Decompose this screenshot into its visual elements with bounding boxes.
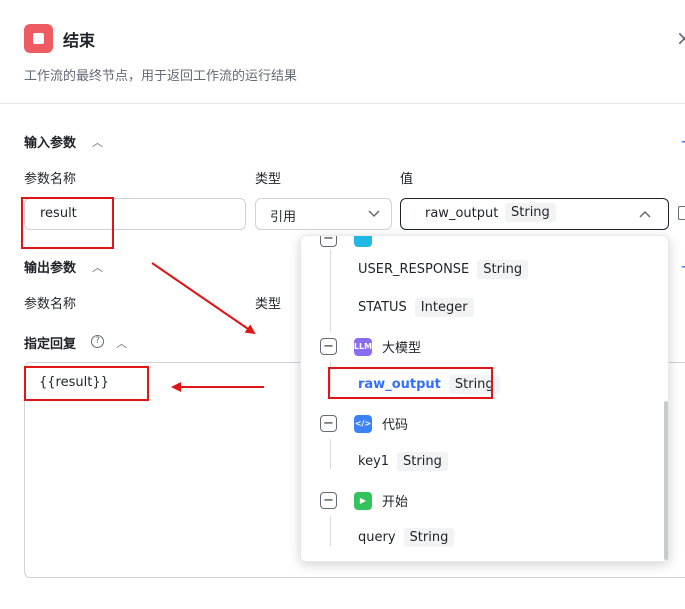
annotation-arrows	[151, 262, 264, 392]
arrow-down-right	[151, 262, 256, 335]
